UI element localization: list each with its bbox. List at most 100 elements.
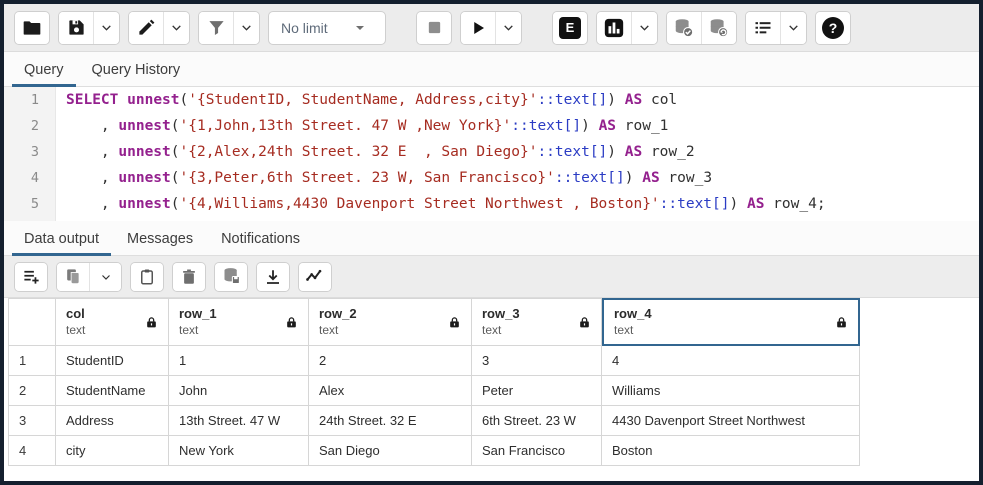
- column-header-row_4[interactable]: row_4text: [602, 298, 860, 346]
- chevron-down-icon: [100, 21, 113, 34]
- column-type: text: [66, 323, 85, 338]
- open-file-button[interactable]: [15, 12, 49, 44]
- data-cell[interactable]: John: [169, 376, 309, 406]
- add-row-button[interactable]: [15, 263, 47, 291]
- data-cell[interactable]: Williams: [602, 376, 860, 406]
- row-number-cell[interactable]: 2: [8, 376, 56, 406]
- data-cell[interactable]: StudentID: [56, 346, 169, 376]
- line-number: 2: [4, 113, 56, 139]
- explain-analyze-button[interactable]: [597, 12, 631, 44]
- data-cell[interactable]: San Diego: [309, 436, 472, 466]
- data-cell[interactable]: 13th Street. 47 W: [169, 406, 309, 436]
- tab-query-history-label: Query History: [92, 62, 181, 78]
- explain-dropdown-button[interactable]: [631, 12, 657, 44]
- save-data-changes-button[interactable]: [215, 263, 247, 291]
- rollback-button[interactable]: [701, 12, 736, 44]
- macros-dropdown-button[interactable]: [780, 12, 806, 44]
- data-cell[interactable]: 6th Street. 23 W: [472, 406, 602, 436]
- filter-dropdown-button[interactable]: [233, 12, 259, 44]
- execute-dropdown-button[interactable]: [495, 12, 521, 44]
- download-csv-button[interactable]: [257, 263, 289, 291]
- data-cell[interactable]: 1: [169, 346, 309, 376]
- trash-icon: [180, 268, 198, 286]
- paste-clipboard-icon: [138, 268, 156, 286]
- column-type: text: [319, 323, 357, 338]
- tab-notifications-label: Notifications: [221, 231, 300, 247]
- data-cell[interactable]: New York: [169, 436, 309, 466]
- grid-corner-cell[interactable]: [8, 298, 56, 346]
- chevron-down-icon: [100, 271, 112, 283]
- table-row: 4cityNew YorkSan DiegoSan FranciscoBosto…: [8, 436, 979, 466]
- tab-data-output[interactable]: Data output: [10, 223, 113, 255]
- download-icon: [264, 268, 282, 286]
- line-number: 3: [4, 139, 56, 165]
- data-cell[interactable]: 3: [472, 346, 602, 376]
- data-output-toolbar: [4, 256, 979, 298]
- edit-dropdown-button[interactable]: [163, 12, 189, 44]
- data-cell[interactable]: 2: [309, 346, 472, 376]
- table-row: 3Address13th Street. 47 W24th Street. 32…: [8, 406, 979, 436]
- tab-messages[interactable]: Messages: [113, 223, 207, 255]
- data-cell[interactable]: 24th Street. 32 E: [309, 406, 472, 436]
- column-type: text: [482, 323, 520, 338]
- chevron-down-icon: [170, 21, 183, 34]
- open-file-icon: [22, 18, 42, 38]
- save-icon: [67, 18, 86, 37]
- sql-editor-lines: 1SELECT unnest('{StudentID, StudentName,…: [4, 87, 979, 221]
- tab-messages-label: Messages: [127, 231, 193, 247]
- column-header-col[interactable]: coltext: [56, 298, 169, 346]
- row-number-cell[interactable]: 1: [8, 346, 56, 376]
- column-header-row_3[interactable]: row_3text: [472, 298, 602, 346]
- edit-button[interactable]: [129, 12, 163, 44]
- data-cell[interactable]: Alex: [309, 376, 472, 406]
- data-cell[interactable]: 4430 Davenport Street Northwest: [602, 406, 860, 436]
- help-button[interactable]: ?: [816, 12, 850, 44]
- macros-button[interactable]: [746, 12, 780, 44]
- line-number: 5: [4, 191, 56, 217]
- chevron-down-icon: [502, 21, 515, 34]
- data-cell[interactable]: city: [56, 436, 169, 466]
- chevron-down-icon: [787, 21, 800, 34]
- tab-notifications[interactable]: Notifications: [207, 223, 314, 255]
- data-cell[interactable]: StudentName: [56, 376, 169, 406]
- paste-button[interactable]: [131, 263, 163, 291]
- data-cell[interactable]: Address: [56, 406, 169, 436]
- tab-query-history[interactable]: Query History: [78, 54, 195, 86]
- lock-icon: [285, 316, 298, 329]
- commit-button[interactable]: [667, 12, 701, 44]
- edit-pencil-icon: [137, 18, 156, 37]
- execute-button[interactable]: [461, 12, 495, 44]
- stop-button[interactable]: [417, 12, 451, 44]
- lock-icon: [448, 316, 461, 329]
- table-row: 1StudentID1234: [8, 346, 979, 376]
- data-cell[interactable]: Boston: [602, 436, 860, 466]
- column-header-row_1[interactable]: row_1text: [169, 298, 309, 346]
- execute-play-icon: [469, 19, 487, 37]
- explain-icon: E: [559, 17, 581, 39]
- explain-button[interactable]: E: [553, 12, 587, 44]
- data-cell[interactable]: San Francisco: [472, 436, 602, 466]
- column-header-row_2[interactable]: row_2text: [309, 298, 472, 346]
- macros-list-icon: [753, 18, 773, 38]
- delete-button[interactable]: [173, 263, 205, 291]
- line-number: 6: [4, 217, 56, 221]
- chevron-down-icon: [638, 21, 651, 34]
- filter-button[interactable]: [199, 12, 233, 44]
- row-limit-select[interactable]: No limit: [268, 11, 386, 45]
- copy-button[interactable]: [57, 263, 89, 291]
- tab-query[interactable]: Query: [10, 54, 78, 86]
- save-button[interactable]: [59, 12, 93, 44]
- query-tabbar: Query Query History: [4, 52, 979, 87]
- line-number: 4: [4, 165, 56, 191]
- column-name: col: [66, 306, 85, 322]
- graph-visualiser-button[interactable]: [299, 263, 331, 291]
- line-number: 1: [4, 87, 56, 113]
- row-number-cell[interactable]: 4: [8, 436, 56, 466]
- save-dropdown-button[interactable]: [93, 12, 119, 44]
- query-toolbar: No limit E: [4, 4, 979, 52]
- data-cell[interactable]: Peter: [472, 376, 602, 406]
- copy-dropdown-button[interactable]: [89, 263, 121, 291]
- row-number-cell[interactable]: 3: [8, 406, 56, 436]
- data-cell[interactable]: 4: [602, 346, 860, 376]
- sql-editor[interactable]: 1SELECT unnest('{StudentID, StudentName,…: [4, 87, 979, 221]
